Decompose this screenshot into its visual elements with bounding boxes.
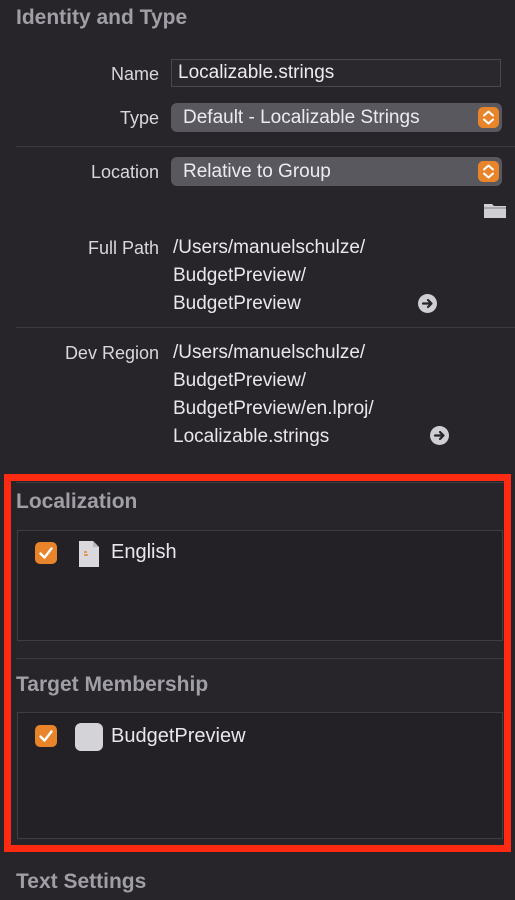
popup-stepper-icon (478, 107, 499, 128)
highlight-frame (4, 474, 511, 852)
dev-region-line-1: /Users/manuelschulze/ (173, 342, 366, 363)
full-path-line-1: /Users/manuelschulze/ (173, 237, 366, 258)
full-path-line-2: BudgetPreview/ (173, 265, 307, 286)
type-label: Type (119, 108, 159, 128)
divider (16, 146, 515, 147)
dev-region-line-2: BudgetPreview/ (173, 370, 307, 391)
type-popup[interactable]: Default - Localizable Strings (171, 103, 502, 132)
dev-region-line-4: Localizable.strings (173, 426, 330, 447)
location-popup-value: Relative to Group (183, 161, 331, 182)
folder-icon[interactable] (483, 201, 507, 224)
name-field[interactable]: Localizable.strings (171, 59, 501, 87)
reveal-arrow-icon[interactable] (418, 294, 437, 313)
full-path-line-3: BudgetPreview (173, 293, 301, 314)
dev-region-line-3: BudgetPreview/en.lproj/ (173, 398, 374, 419)
full-path-label: Full Path (87, 238, 159, 258)
location-label: Location (90, 162, 159, 182)
popup-stepper-icon (478, 161, 499, 182)
section-title-identity: Identity and Type (16, 6, 188, 29)
dev-region-label: Dev Region (64, 343, 159, 363)
divider (16, 327, 515, 328)
section-title-text-settings: Text Settings (16, 870, 147, 893)
name-label: Name (110, 64, 159, 84)
location-popup[interactable]: Relative to Group (171, 157, 502, 186)
type-popup-value: Default - Localizable Strings (183, 107, 420, 128)
reveal-arrow-icon[interactable] (430, 426, 449, 445)
